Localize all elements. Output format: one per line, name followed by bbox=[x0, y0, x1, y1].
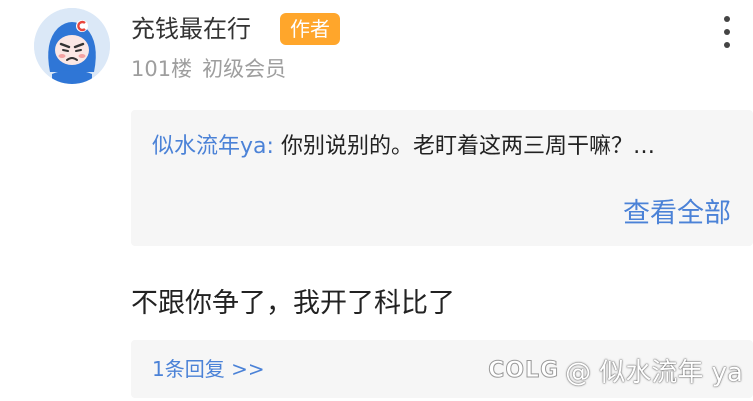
avatar[interactable] bbox=[34, 8, 110, 84]
member-level: 初级会员 bbox=[202, 57, 287, 81]
watermark: COLG @ 似水流年 ya bbox=[488, 350, 743, 390]
comment-meta: 101楼 初级会员 bbox=[131, 54, 286, 84]
quoted-reply[interactable]: 似水流年ya: 你别说别的。老盯着这两三周干嘛？… 查看全部 bbox=[131, 110, 753, 246]
watermark-text: @ 似水流年 ya bbox=[565, 357, 743, 388]
more-vertical-icon-dot bbox=[724, 29, 730, 35]
quote-colon: : bbox=[266, 134, 274, 159]
avatar-icon bbox=[34, 8, 110, 84]
username[interactable]: 充钱最在行 bbox=[131, 13, 251, 45]
floor-number: 101楼 bbox=[131, 57, 193, 81]
replies-link[interactable]: 1条回复 >> bbox=[152, 354, 265, 384]
quote-text: 你别说别的。老盯着这两三周干嘛？… bbox=[280, 134, 655, 159]
more-vertical-icon bbox=[724, 16, 730, 22]
quote-username[interactable]: 似水流年ya bbox=[152, 134, 267, 159]
quote-line: 似水流年ya: 你别说别的。老盯着这两三周干嘛？… bbox=[152, 132, 655, 162]
comment-text: 不跟你争了，我开了科比了 bbox=[131, 288, 455, 319]
more-options-button[interactable] bbox=[716, 14, 738, 50]
more-vertical-icon-dot bbox=[724, 42, 730, 48]
view-all-link[interactable]: 查看全部 bbox=[623, 196, 731, 232]
watermark-logo: COLG bbox=[488, 357, 560, 383]
author-badge: 作者 bbox=[280, 13, 340, 45]
